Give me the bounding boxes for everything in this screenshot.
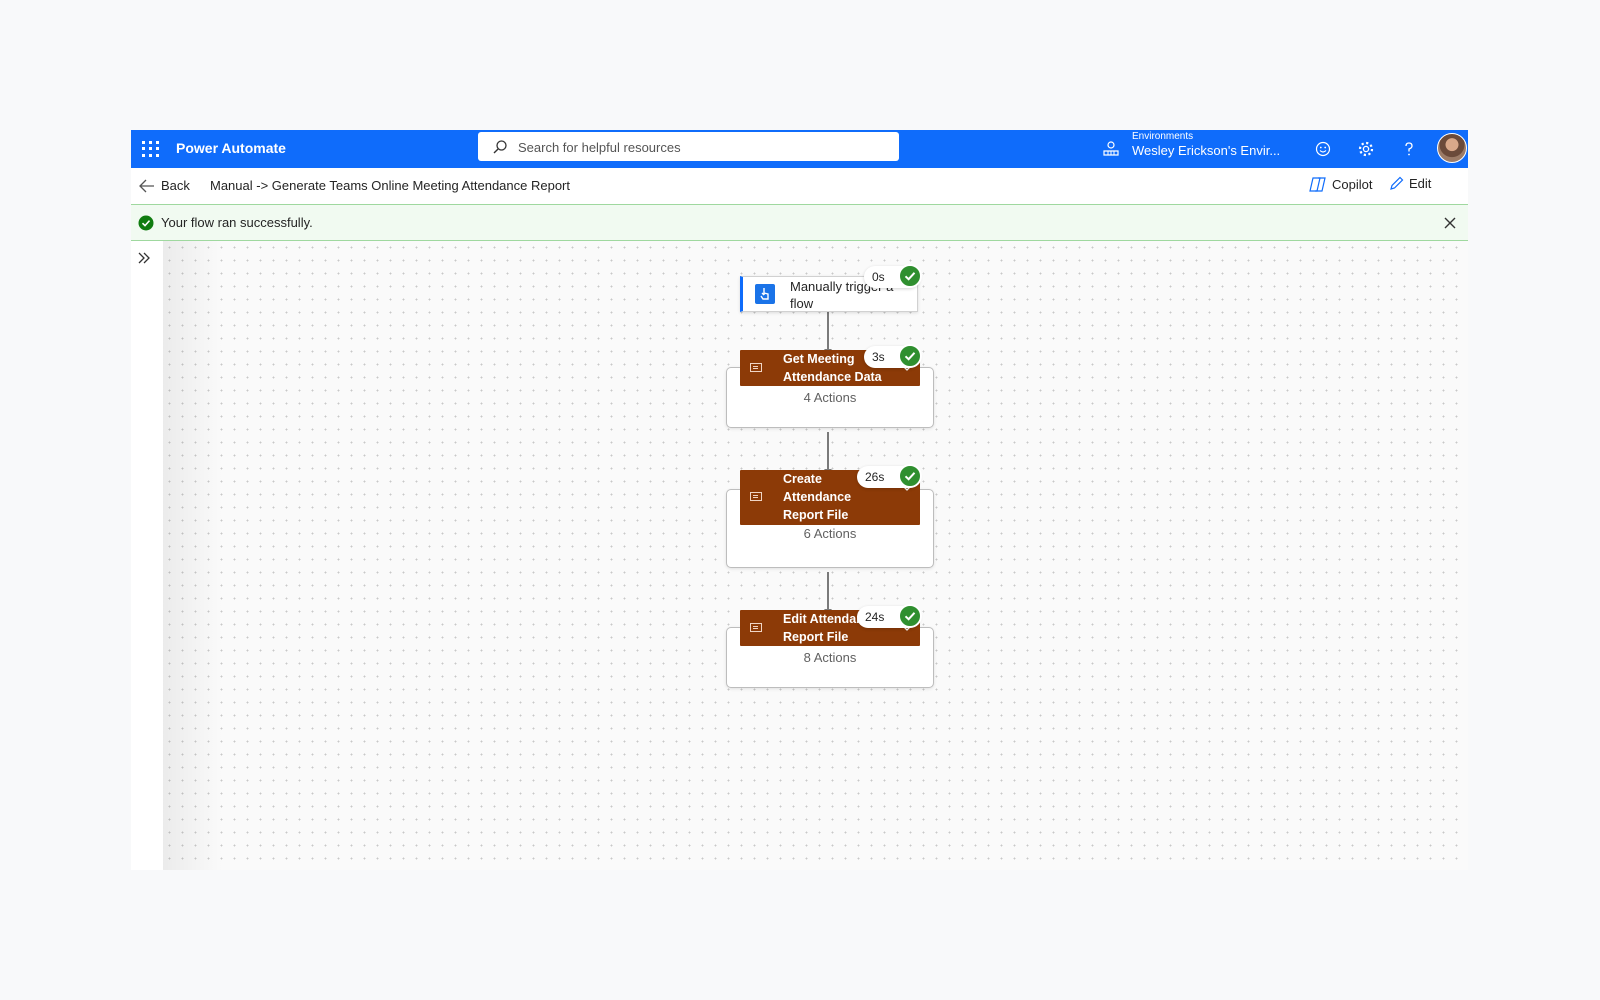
app-name[interactable]: Power Automate xyxy=(176,140,286,156)
duration-text: 0s xyxy=(872,270,885,284)
flow-title: Manual -> Generate Teams Online Meeting … xyxy=(210,178,571,193)
scope-icon xyxy=(750,363,762,372)
duration-badge: 3s xyxy=(864,344,922,368)
search-input[interactable] xyxy=(516,132,890,163)
environment-label: Environments xyxy=(1132,131,1194,142)
connector-line xyxy=(827,432,829,470)
copilot-label: Copilot xyxy=(1332,177,1373,192)
scope-action-count: 4 Actions xyxy=(803,390,857,405)
duration-badge: 0s xyxy=(864,264,922,288)
flow-canvas[interactable]: Manually trigger a flow 0s 4 Actions Get… xyxy=(163,241,1468,870)
edit-label: Edit xyxy=(1409,176,1432,191)
connector-line xyxy=(827,572,829,610)
scope-icon xyxy=(750,623,762,632)
search-icon xyxy=(493,140,507,154)
expand-panel-icon[interactable] xyxy=(137,251,151,265)
duration-badge: 26s xyxy=(857,464,922,488)
duration-badge: 24s xyxy=(857,604,922,628)
success-check-icon xyxy=(898,464,922,488)
smiley-icon[interactable] xyxy=(1314,140,1332,158)
canvas-shadow xyxy=(163,241,223,870)
copilot-button[interactable]: Copilot xyxy=(1309,176,1372,193)
success-banner: Your flow ran successfully. xyxy=(131,204,1468,241)
waffle-icon[interactable] xyxy=(139,138,161,160)
scope-action-count: 6 Actions xyxy=(803,526,857,541)
power-automate-window: Power Automate Environments Wesley Erick… xyxy=(131,130,1468,870)
environment-name: Wesley Erickson's Envir... xyxy=(1132,143,1281,158)
connector-line xyxy=(827,312,829,350)
success-check-icon xyxy=(898,604,922,628)
help-icon[interactable] xyxy=(1400,140,1418,158)
banner-message: Your flow ran successfully. xyxy=(161,215,313,230)
environment-picker[interactable]: Environments Wesley Erickson's Envir... xyxy=(1132,131,1280,159)
scope-action-count: 8 Actions xyxy=(803,650,857,665)
top-header: Power Automate Environments Wesley Erick… xyxy=(131,130,1468,168)
success-check-icon xyxy=(898,344,922,368)
success-check-icon xyxy=(138,215,154,231)
success-check-icon xyxy=(898,264,922,288)
copilot-icon xyxy=(1309,177,1326,192)
back-button[interactable]: Back xyxy=(139,178,190,193)
command-bar: Back Manual -> Generate Teams Online Mee… xyxy=(131,168,1468,204)
duration-text: 24s xyxy=(865,610,885,624)
search-box[interactable] xyxy=(478,132,899,163)
avatar[interactable] xyxy=(1437,133,1467,163)
back-label: Back xyxy=(161,178,190,193)
left-rail xyxy=(131,241,163,870)
close-icon[interactable] xyxy=(1443,216,1457,230)
environment-icon xyxy=(1103,141,1119,156)
gear-icon[interactable] xyxy=(1357,140,1375,158)
duration-text: 3s xyxy=(872,350,885,364)
duration-text: 26s xyxy=(865,470,885,484)
scope-icon xyxy=(750,492,762,501)
manual-trigger-icon xyxy=(755,284,775,304)
pencil-icon xyxy=(1390,176,1404,190)
back-arrow-icon xyxy=(139,179,154,192)
edit-button[interactable]: Edit xyxy=(1389,176,1431,191)
